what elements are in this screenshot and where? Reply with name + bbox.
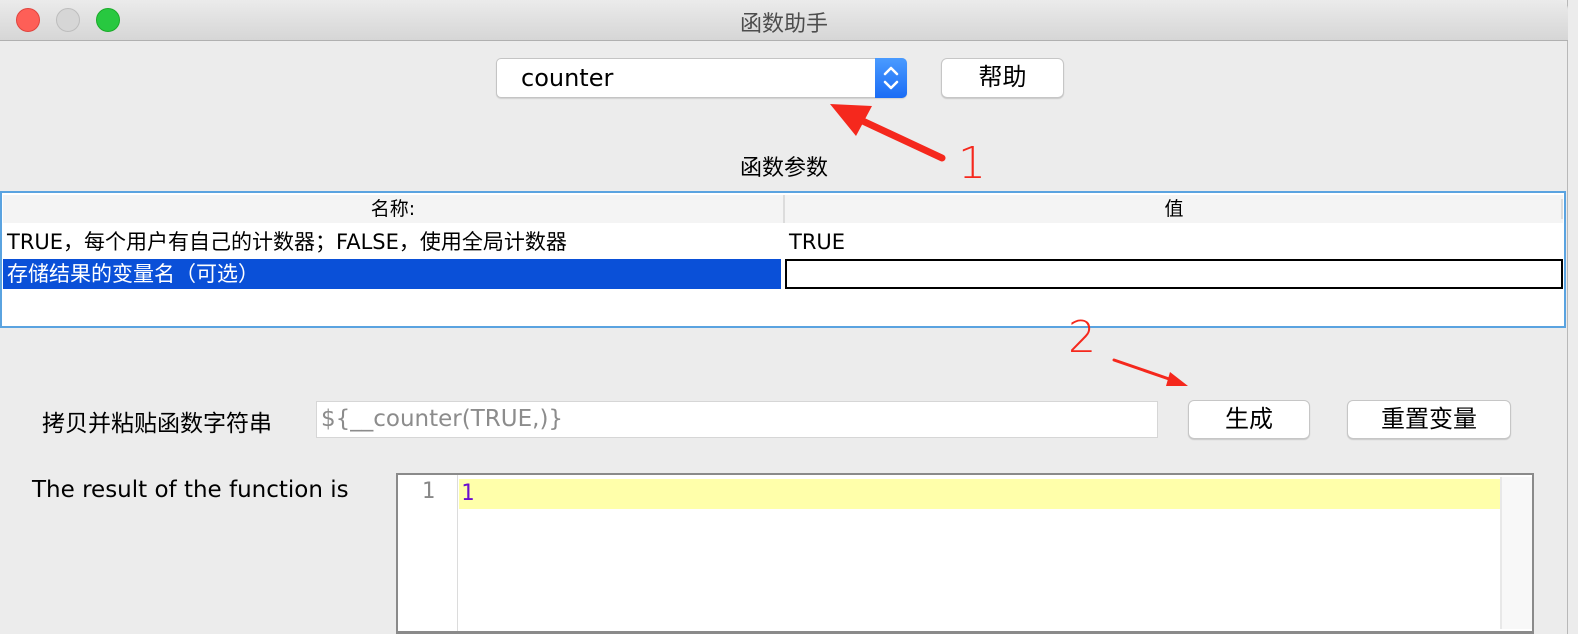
param-name-cell[interactable]: 存储结果的变量名（可选）	[3, 259, 781, 289]
line-number: 1	[421, 479, 435, 504]
params-table: 名称: 值 TRUE，每个用户有自己的计数器；FALSE，使用全局计数器 TRU…	[0, 191, 1566, 328]
reset-variables-button[interactable]: 重置变量	[1347, 400, 1511, 439]
current-line-highlight	[459, 479, 1501, 509]
result-editor[interactable]: 1 1	[396, 473, 1534, 634]
annotation-arrow-2	[1112, 358, 1188, 386]
param-value-cell[interactable]: TRUE	[785, 227, 1563, 257]
param-value-editor[interactable]	[785, 259, 1563, 289]
table-header: 名称: 值	[3, 195, 1563, 223]
window-title: 函数助手	[739, 12, 828, 37]
annotation-step-2: 2	[1068, 312, 1096, 363]
title-bar: 函数助手	[0, 0, 1568, 41]
result-label: The result of the function is	[32, 477, 349, 503]
param-name-cell[interactable]: TRUE，每个用户有自己的计数器；FALSE，使用全局计数器	[3, 227, 781, 257]
params-section-title: 函数参数	[739, 156, 828, 181]
line-number-gutter: 1	[398, 475, 458, 631]
generate-button[interactable]: 生成	[1188, 400, 1310, 439]
function-helper-window: 函数助手 counter 帮助 函数参数 名称: 值 TRUE，每个用户有自己的…	[0, 0, 1568, 634]
function-select-value: counter	[521, 64, 614, 92]
annotation-step-1: 1	[958, 138, 986, 189]
table-row[interactable]: TRUE，每个用户有自己的计数器；FALSE，使用全局计数器 TRUE	[3, 227, 1563, 257]
column-header-name[interactable]: 名称:	[3, 195, 783, 223]
result-line-text: 1	[461, 481, 475, 506]
select-stepper-icon[interactable]	[875, 58, 907, 98]
table-row-selected[interactable]: 存储结果的变量名（可选）	[3, 259, 1563, 289]
vertical-scrollbar[interactable]	[1500, 477, 1532, 629]
column-header-value[interactable]: 值	[783, 195, 1563, 223]
function-string-field[interactable]: ${__counter(TRUE,)}	[316, 401, 1158, 438]
help-button[interactable]: 帮助	[941, 58, 1064, 98]
function-string-label: 拷贝并粘贴函数字符串	[42, 411, 272, 437]
function-select[interactable]: counter	[496, 58, 907, 98]
